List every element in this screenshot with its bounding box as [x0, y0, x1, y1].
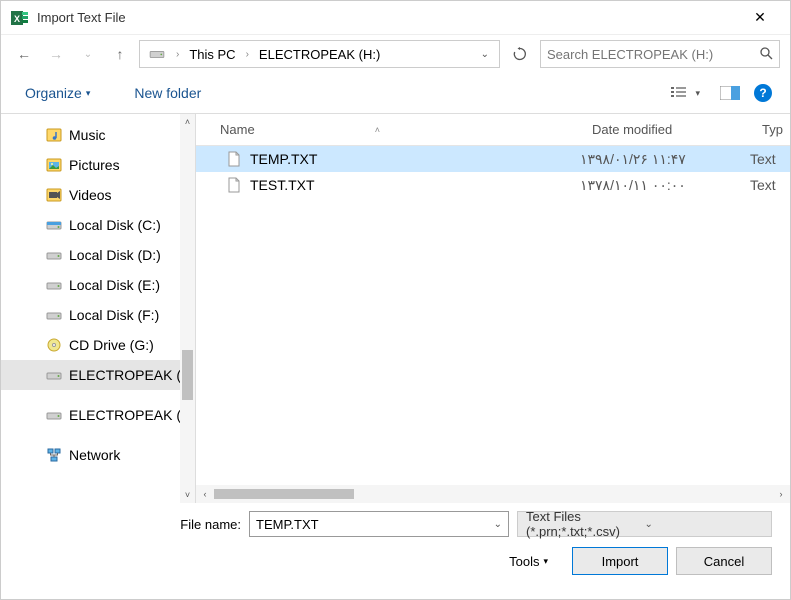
file-list-header[interactable]: Name ˄ Date modified Typ — [196, 114, 790, 146]
view-options-button[interactable]: ▾ — [665, 82, 706, 104]
scroll-down-icon[interactable]: ˅ — [180, 487, 195, 503]
drive-icon — [45, 406, 63, 424]
column-date[interactable]: Date modified — [580, 122, 750, 137]
filetype-filter[interactable]: Text Files (*.prn;*.txt;*.csv) ⌄ — [517, 511, 772, 537]
preview-pane-button[interactable] — [714, 82, 746, 104]
chevron-down-icon[interactable]: ⌄ — [494, 519, 502, 530]
file-date: ۱۳۷۸/۱۰/۱۱ ۰۰:۰۰ — [580, 177, 750, 194]
import-button[interactable]: Import — [572, 547, 668, 575]
new-folder-button[interactable]: New folder — [128, 81, 207, 105]
sidebar-item[interactable]: Music — [1, 120, 195, 150]
excel-icon: X — [11, 9, 29, 27]
file-date: ۱۳۹۸/۰۱/۲۶ ۱۱:۴۷ — [580, 151, 750, 168]
sidebar-item-label: Network — [69, 447, 120, 463]
videos-icon — [45, 186, 63, 204]
filename-input[interactable] — [256, 517, 494, 532]
sidebar-item-label: Local Disk (E:) — [69, 277, 160, 293]
tools-menu[interactable]: Tools ▾ — [509, 554, 548, 569]
drive-icon — [45, 246, 63, 264]
sidebar-item[interactable]: Local Disk (D:) — [1, 240, 195, 270]
file-list[interactable]: TEMP.TXT۱۳۹۸/۰۱/۲۶ ۱۱:۴۷TextTEST.TXT۱۳۷۸… — [196, 146, 790, 485]
network-icon — [45, 446, 63, 464]
sidebar-item[interactable]: Network — [1, 440, 195, 470]
column-name[interactable]: Name ˄ — [196, 122, 580, 137]
drive-icon — [45, 366, 63, 384]
filename-combobox[interactable]: ⌄ — [249, 511, 509, 537]
sidebar-item[interactable]: Pictures — [1, 150, 195, 180]
sidebar-item[interactable]: Local Disk (E:) — [1, 270, 195, 300]
sidebar-item[interactable]: ELECTROPEAK (H:) — [1, 400, 195, 430]
search-input[interactable] — [547, 47, 759, 62]
drive-icon — [148, 45, 166, 63]
sidebar-item[interactable]: CD Drive (G:) — [1, 330, 195, 360]
forward-button[interactable]: → — [43, 41, 69, 67]
sidebar-item[interactable]: Local Disk (C:) — [1, 210, 195, 240]
file-name: TEMP.TXT — [250, 151, 580, 167]
breadcrumb-root[interactable]: This PC — [185, 45, 239, 64]
file-type: Text — [750, 151, 790, 167]
drive-icon — [45, 276, 63, 294]
pictures-icon — [45, 156, 63, 174]
caret-down-icon: ▾ — [86, 88, 91, 99]
chevron-down-icon[interactable]: ⌄ — [475, 49, 495, 60]
chevron-down-icon[interactable]: ⌄ — [645, 519, 764, 530]
sidebar-item-label: Local Disk (C:) — [69, 217, 161, 233]
file-type: Text — [750, 177, 790, 193]
column-type[interactable]: Typ — [750, 122, 790, 137]
file-icon — [224, 151, 244, 167]
help-button[interactable]: ? — [754, 84, 772, 102]
breadcrumb[interactable]: › This PC › ELECTROPEAK (H:) ⌄ — [139, 40, 500, 68]
file-name: TEST.TXT — [250, 177, 580, 193]
sidebar-item-label: ELECTROPEAK (H:) — [69, 407, 195, 423]
sidebar-item-label: Local Disk (D:) — [69, 247, 161, 263]
sidebar-item-label: Pictures — [69, 157, 120, 173]
sidebar-item[interactable]: Videos — [1, 180, 195, 210]
caret-down-icon: ▾ — [543, 556, 548, 567]
up-button[interactable]: ↑ — [107, 41, 133, 67]
localdisk-icon — [45, 216, 63, 234]
chevron-right-icon: › — [240, 49, 255, 60]
sidebar-item[interactable]: ELECTROPEAK (H:) — [1, 360, 195, 390]
filetype-label: Text Files (*.prn;*.txt;*.csv) — [526, 509, 645, 539]
sidebar-item-label: Videos — [69, 187, 112, 203]
close-button[interactable]: ✕ — [740, 6, 780, 30]
file-row[interactable]: TEST.TXT۱۳۷۸/۱۰/۱۱ ۰۰:۰۰Text — [196, 172, 790, 198]
search-icon[interactable] — [759, 46, 773, 63]
file-icon — [224, 177, 244, 193]
scrollbar-thumb[interactable] — [182, 350, 193, 400]
scroll-left-icon[interactable]: ‹ — [196, 489, 214, 499]
recent-locations-button[interactable]: ⌄ — [75, 41, 101, 67]
scrollbar-thumb[interactable] — [214, 489, 354, 499]
back-button[interactable]: ← — [11, 41, 37, 67]
horizontal-scrollbar[interactable]: ‹ › — [196, 485, 790, 503]
sort-indicator-icon: ˄ — [375, 125, 380, 135]
file-row[interactable]: TEMP.TXT۱۳۹۸/۰۱/۲۶ ۱۱:۴۷Text — [196, 146, 790, 172]
organize-menu[interactable]: Organize ▾ — [19, 81, 96, 105]
drive-icon — [45, 306, 63, 324]
scroll-up-icon[interactable]: ˄ — [180, 114, 195, 130]
sidebar-item-label: CD Drive (G:) — [69, 337, 154, 353]
music-icon — [45, 126, 63, 144]
breadcrumb-current[interactable]: ELECTROPEAK (H:) — [255, 45, 384, 64]
sidebar-scrollbar[interactable]: ˄ ˅ — [180, 114, 195, 503]
filename-label: File name: — [180, 517, 241, 532]
refresh-button[interactable] — [506, 40, 534, 68]
sidebar-item-label: Music — [69, 127, 106, 143]
cancel-button[interactable]: Cancel — [676, 547, 772, 575]
sidebar-item-label: ELECTROPEAK (H:) — [69, 367, 195, 383]
sidebar-item-label: Local Disk (F:) — [69, 307, 159, 323]
chevron-right-icon: › — [170, 49, 185, 60]
scroll-right-icon[interactable]: › — [772, 489, 790, 499]
navigation-sidebar: Music Pictures Videos Local Disk (C:) Local … — [1, 114, 196, 503]
caret-down-icon: ▾ — [695, 88, 700, 99]
organize-label: Organize — [25, 85, 82, 101]
svg-text:X: X — [14, 14, 20, 24]
window-title: Import Text File — [37, 10, 740, 25]
cd-icon — [45, 336, 63, 354]
search-box[interactable] — [540, 40, 780, 68]
sidebar-item[interactable]: Local Disk (F:) — [1, 300, 195, 330]
